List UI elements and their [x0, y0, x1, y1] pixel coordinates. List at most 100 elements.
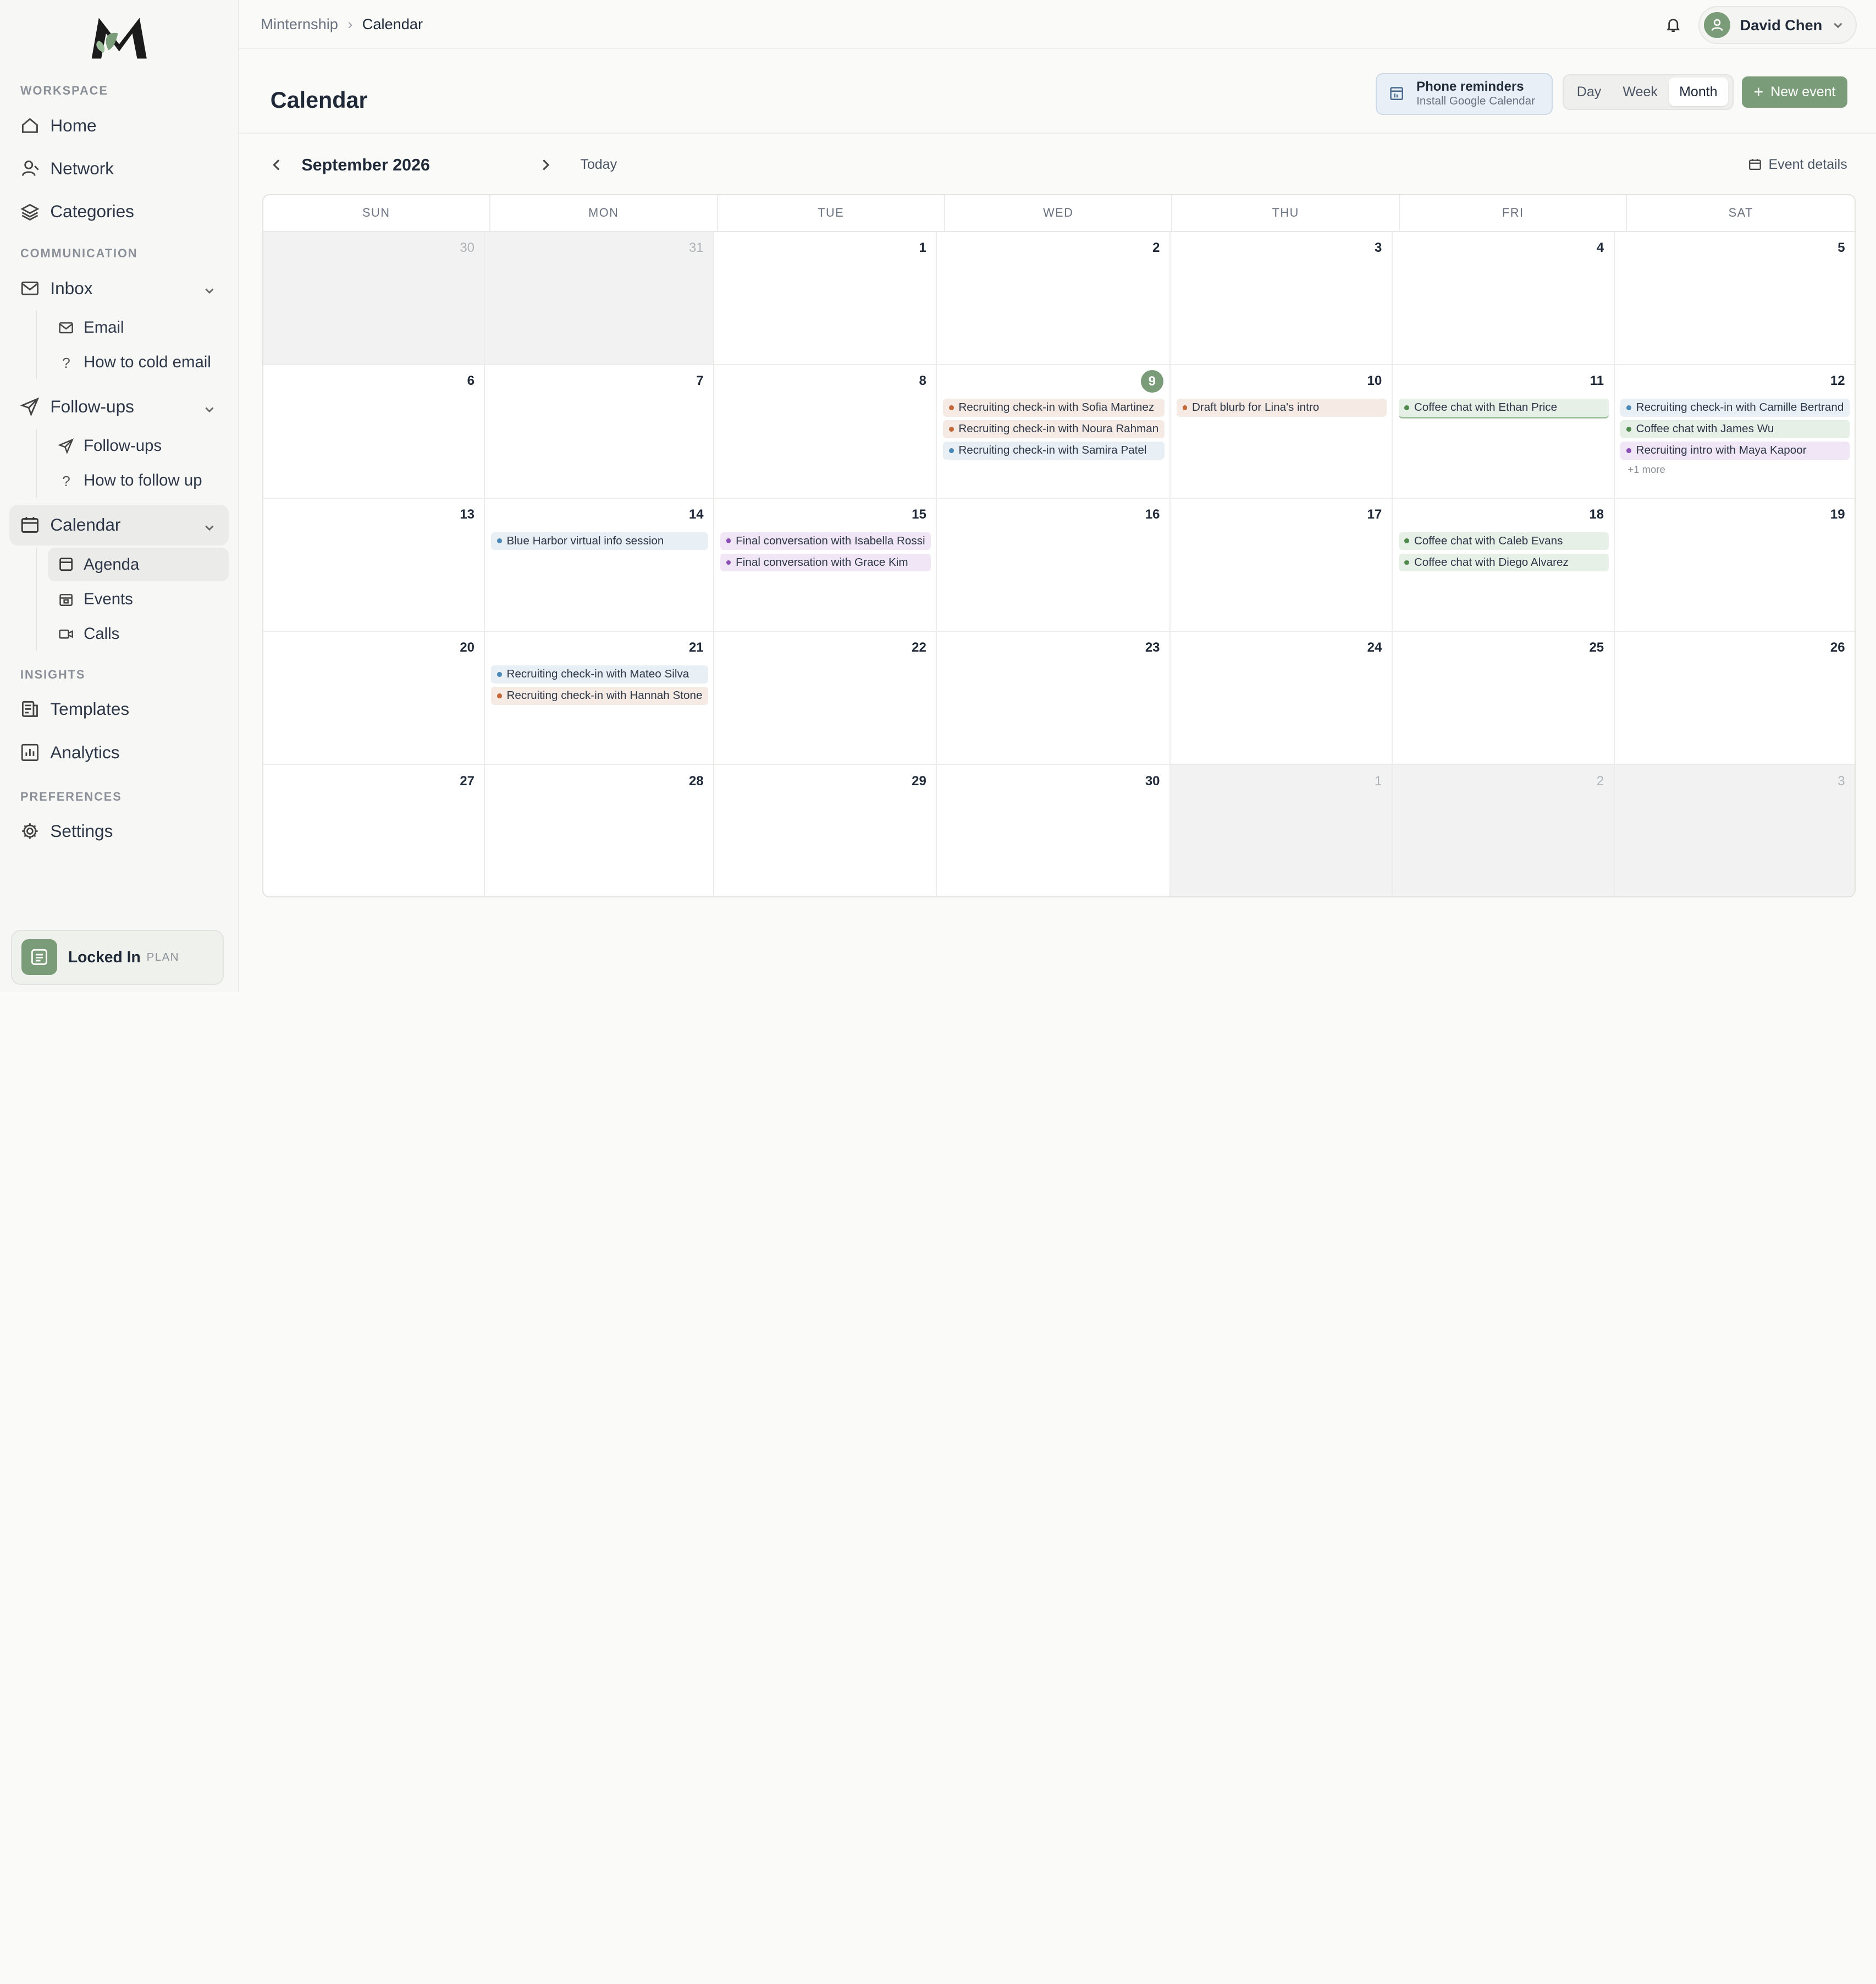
day-cell[interactable]: 8 — [714, 365, 937, 499]
calendar-event[interactable]: Coffee chat with Ethan Price — [1398, 399, 1609, 418]
calendar-event[interactable]: Coffee chat with Diego Alvarez — [1398, 553, 1609, 572]
sidebar-item-followups-sub[interactable]: Follow-ups — [48, 429, 229, 463]
breadcrumb-current: Calendar — [362, 15, 423, 32]
calendar-event[interactable]: Draft blurb for Lina's intro — [1176, 399, 1387, 417]
day-cell[interactable]: 28 — [485, 765, 715, 896]
day-cell[interactable]: 9 Recruiting check-in with Sofia Martinez… — [937, 365, 1171, 499]
view-week-button[interactable]: Week — [1612, 78, 1669, 106]
day-number: 25 — [1589, 640, 1604, 655]
day-cell[interactable]: 18 Coffee chat with Caleb Evans Coffee cha… — [1392, 498, 1615, 632]
breadcrumb-root[interactable]: Minternship — [261, 15, 338, 32]
day-cell[interactable]: 29 — [714, 765, 937, 896]
day-cell[interactable]: 24 — [1170, 631, 1393, 765]
sidebar-item-agenda[interactable]: Agenda — [47, 548, 229, 582]
calendar-event[interactable]: Recruiting check-in with Hannah Stone — [491, 687, 709, 705]
sidebar-item-email[interactable]: Email — [48, 311, 229, 344]
sidebar-item-categories[interactable]: Categories — [9, 191, 228, 232]
month-grid: SUN MON TUE WED THU FRI SAT 30 31 1 2 3 4 5 6 7 8 9 Recru… — [262, 194, 1856, 897]
send-icon — [58, 438, 74, 454]
day-cell[interactable]: 16 — [937, 498, 1171, 632]
next-month-button[interactable] — [537, 157, 554, 173]
day-cell[interactable]: 12 Recruiting check-in with Camille Bertr… — [1614, 365, 1855, 499]
calendar-event[interactable]: Blue Harbor virtual info session — [491, 532, 709, 550]
plan-card[interactable]: Locked In PLAN — [10, 929, 224, 985]
calendar-event[interactable]: Coffee chat with James Wu — [1620, 420, 1850, 438]
sidebar-item-how-to-follow-up[interactable]: ? How to follow up — [48, 464, 229, 498]
day-number: 12 — [1830, 373, 1845, 389]
day-cell[interactable]: 20 — [263, 631, 485, 765]
calendar-event[interactable]: Recruiting check-in with Camille Bertran… — [1620, 399, 1850, 417]
day-cell[interactable]: 6 — [263, 365, 485, 499]
calendar-event[interactable]: Final conversation with Isabella Rossi — [720, 532, 931, 550]
user-menu[interactable]: David Chen — [1698, 5, 1857, 45]
sidebar-item-events[interactable]: Events — [48, 582, 229, 616]
day-cell[interactable]: 4 — [1392, 232, 1615, 366]
chevron-down-icon[interactable] — [203, 281, 216, 301]
sidebar-item-inbox[interactable]: Inbox — [9, 268, 228, 308]
calendar-event[interactable]: Recruiting check-in with Noura Rahman — [943, 420, 1165, 438]
day-cell[interactable]: 30 — [937, 765, 1171, 896]
day-cell[interactable]: 3 — [1170, 232, 1393, 366]
day-cell[interactable]: 27 — [263, 765, 485, 896]
sidebar-item-followups[interactable]: Follow-ups — [9, 386, 228, 427]
day-cell[interactable]: 22 — [714, 631, 937, 765]
day-cell[interactable]: 7 — [485, 365, 715, 499]
today-button[interactable]: Today — [580, 157, 617, 173]
day-cell[interactable]: 23 — [937, 631, 1171, 765]
sidebar-item-label: Home — [50, 115, 97, 135]
view-month-button[interactable]: Month — [1668, 78, 1729, 107]
weekday-label: WED — [945, 195, 1173, 231]
day-cell[interactable]: 17 — [1170, 498, 1393, 632]
sidebar-item-how-to-cold-email[interactable]: ? How to cold email — [48, 346, 229, 379]
day-cell[interactable]: 5 — [1614, 232, 1855, 366]
sidebar-item-network[interactable]: Network — [9, 148, 228, 189]
day-cell[interactable]: 14 Blue Harbor virtual info session — [485, 498, 715, 632]
sidebar-item-calls[interactable]: Calls — [48, 617, 229, 651]
logo[interactable] — [0, 0, 238, 76]
sidebar-item-calendar[interactable]: Calendar — [9, 504, 229, 545]
sidebar-item-home[interactable]: Home — [9, 105, 228, 146]
event-details-button[interactable]: Event details — [1748, 157, 1847, 173]
day-cell[interactable]: 21 Recruiting check-in with Mateo Silva Re… — [485, 631, 715, 765]
sidebar-item-label: How to follow up — [84, 471, 202, 490]
day-cell[interactable]: 11 Coffee chat with Ethan Price — [1392, 365, 1615, 499]
question-icon: ? — [62, 473, 70, 490]
weekday-label: TUE — [718, 195, 945, 231]
chevron-down-icon[interactable] — [203, 399, 216, 420]
calendar-event[interactable]: Recruiting check-in with Mateo Silva — [491, 665, 709, 684]
day-cell[interactable]: 1 — [1170, 765, 1393, 896]
calendar-event[interactable]: Final conversation with Grace Kim — [720, 553, 931, 572]
day-number: 20 — [460, 640, 474, 655]
day-cell[interactable]: 26 — [1614, 632, 1855, 765]
day-cell[interactable]: 31 — [485, 232, 715, 366]
sidebar-item-label: Templates — [50, 699, 130, 719]
day-number: 22 — [912, 640, 926, 655]
prev-month-button[interactable] — [268, 157, 284, 173]
chevron-down-icon[interactable] — [203, 518, 216, 538]
day-cell[interactable]: 19 — [1614, 499, 1855, 632]
day-cell[interactable]: 3 — [1614, 765, 1855, 896]
calendar-event[interactable]: Recruiting check-in with Samira Patel — [943, 442, 1165, 460]
user-name: David Chen — [1740, 16, 1823, 34]
sidebar-item-settings[interactable]: Settings — [9, 811, 228, 852]
phone-reminders-button[interactable]: Phone reminders Install Google Calendar — [1376, 73, 1553, 115]
view-day-button[interactable]: Day — [1566, 78, 1612, 106]
day-cell[interactable]: 10 Draft blurb for Lina's intro — [1170, 365, 1393, 499]
day-cell[interactable]: 2 — [937, 232, 1171, 366]
bell-icon[interactable] — [1655, 7, 1691, 43]
new-event-button[interactable]: + New event — [1742, 76, 1847, 108]
sidebar-item-analytics[interactable]: Analytics — [9, 732, 228, 773]
day-cell[interactable]: 2 — [1392, 765, 1615, 896]
day-number: 19 — [1830, 506, 1845, 522]
day-cell[interactable]: 15 Final conversation with Isabella Rossi… — [714, 498, 937, 632]
sidebar-item-label: Agenda — [84, 555, 140, 574]
day-cell[interactable]: 25 — [1392, 631, 1615, 765]
sidebar-item-templates[interactable]: Templates — [9, 689, 228, 730]
day-cell[interactable]: 30 — [263, 232, 485, 366]
calendar-event[interactable]: Recruiting intro with Maya Kapoor — [1620, 442, 1850, 460]
day-cell[interactable]: 1 — [714, 232, 937, 366]
day-cell[interactable]: 13 — [263, 498, 485, 632]
calendar-event[interactable]: Coffee chat with Caleb Evans — [1398, 532, 1609, 550]
more-events-link[interactable]: +1 more — [1620, 464, 1850, 476]
calendar-event[interactable]: Recruiting check-in with Sofia Martinez — [943, 399, 1165, 417]
